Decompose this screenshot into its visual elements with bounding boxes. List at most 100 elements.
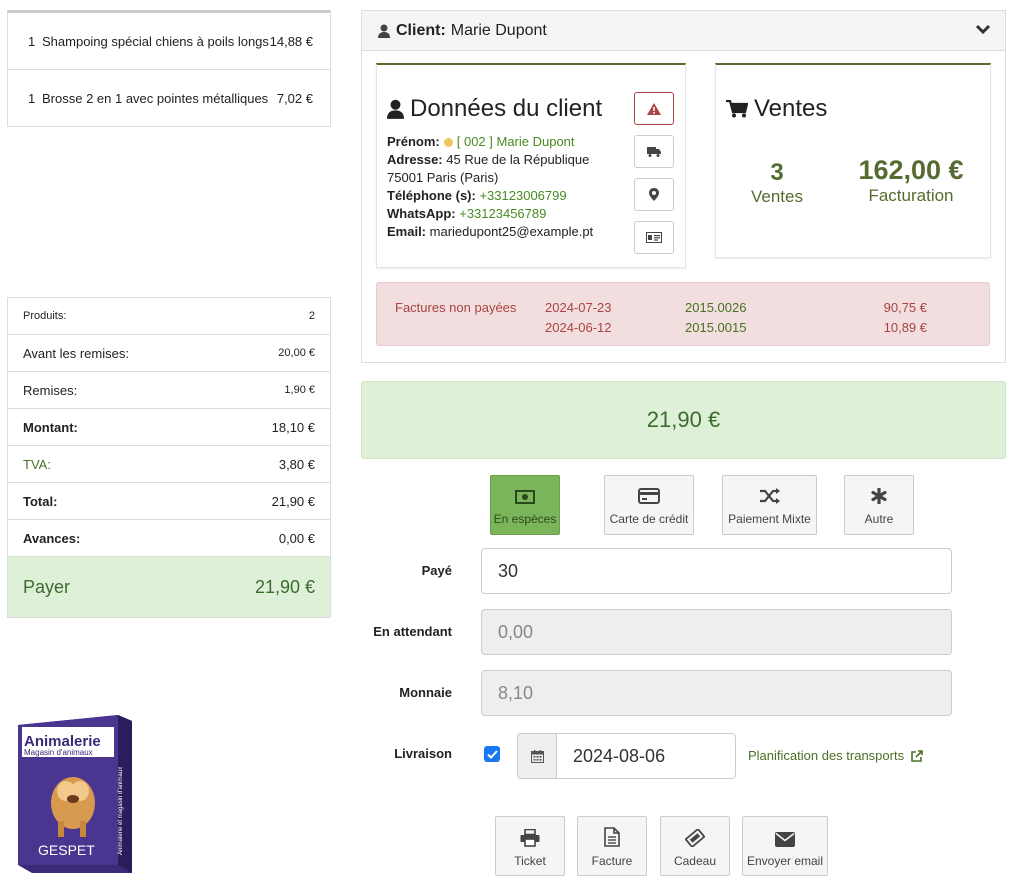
client-panel-header[interactable]: Client: Marie Dupont [362, 11, 1005, 51]
ticket-button[interactable]: Ticket [495, 816, 565, 876]
payment-method-card[interactable]: Carte de crédit [604, 475, 694, 535]
payment-method-cash[interactable]: En espèces [490, 475, 560, 535]
attente-input: 0,00 [481, 609, 952, 655]
chevron-down-icon[interactable] [975, 23, 991, 35]
avant-label: Avant les remises: [23, 345, 129, 361]
sales-amount: 162,00 € [858, 155, 964, 185]
gift-button[interactable]: Cadeau [660, 816, 730, 876]
ticket-label: Ticket [514, 854, 546, 868]
client-info: Prénom: [ 002 ] Marie Dupont Adresse: 45 … [387, 133, 622, 241]
warning-button[interactable] [634, 92, 674, 125]
whatsapp-value[interactable]: +33123456789 [459, 206, 546, 221]
cart-item-price: 14,88 € [269, 33, 313, 49]
cart-item[interactable]: 1 Shampoing spécial chiens à poils longs… [8, 13, 330, 70]
shopping-cart-icon [726, 100, 748, 118]
unpaid-date: 2024-06-12 [545, 320, 612, 335]
unpaid-number[interactable]: 2015.0026 [685, 300, 746, 315]
attente-label: En attendant [373, 624, 452, 639]
sales-amount-label: Facturation [868, 186, 954, 205]
credit-card-icon [638, 488, 660, 504]
product-box-logo: Animalerie Magasin d'animaux GESPET Anim… [18, 715, 132, 873]
avances-label: Avances: [23, 530, 81, 546]
file-text-icon [604, 827, 620, 847]
calendar-icon [530, 749, 544, 763]
external-link-icon [911, 749, 923, 762]
payment-method-label: Carte de crédit [609, 512, 689, 526]
livraison-date-input[interactable]: 2024-08-06 [556, 733, 736, 779]
prenom-value[interactable]: [ 002 ] Marie Dupont [457, 134, 575, 149]
sales-card: Ventes 3 Ventes 162,00 € Facturation [715, 63, 991, 258]
send-email-button[interactable]: Envoyer email [742, 816, 828, 876]
unpaid-invoices-alert: Factures non payées 2024-07-23 2015.0026… [376, 282, 990, 346]
unpaid-amount: 10,89 € [883, 320, 927, 335]
livraison-checkbox[interactable] [484, 746, 500, 762]
unpaid-label: Factures non payées [395, 300, 517, 315]
tva-value: 3,80 € [278, 456, 315, 472]
total-label: Total: [23, 493, 58, 509]
transport-planning-link[interactable]: Planification des transports [748, 748, 923, 763]
payment-method-mixed[interactable]: Paiement Mixte [722, 475, 817, 535]
tva-label: TVA: [23, 456, 51, 472]
unpaid-date: 2024-07-23 [545, 300, 612, 315]
status-dot [443, 138, 453, 148]
cart-item[interactable]: 1 Brosse 2 en 1 avec pointes métalliques… [8, 70, 330, 127]
svg-text:Magasin d'animaux: Magasin d'animaux [24, 748, 93, 757]
sales-card-title: Ventes [726, 95, 827, 123]
produits-label: Produits: [23, 310, 67, 322]
asterisk-icon [871, 488, 887, 504]
sales-amount-stat: 162,00 € Facturation [846, 155, 976, 206]
payer-row[interactable]: Payer 21,90 € [8, 557, 330, 617]
invoice-button[interactable]: Facture [577, 816, 647, 876]
monnaie-input: 8,10 [481, 670, 952, 716]
location-button[interactable] [634, 178, 674, 211]
whatsapp-label: WhatsApp: [387, 206, 456, 221]
gift-label: Cadeau [673, 854, 717, 868]
date-picker-button[interactable] [517, 733, 556, 779]
client-card-title: Données du client [387, 95, 602, 123]
truck-icon [647, 146, 661, 157]
avant-value: 20,00 € [278, 347, 315, 359]
payment-method-label: Paiement Mixte [728, 512, 811, 526]
telephone-value[interactable]: +33123006799 [479, 188, 566, 203]
amount-due-display: 21,90 € [361, 381, 1006, 459]
payment-method-other[interactable]: Autre [844, 475, 914, 535]
cart-item-name: Brosse 2 en 1 avec pointes métalliques [42, 91, 269, 106]
id-card-icon [646, 232, 662, 243]
livraison-label: Livraison [394, 746, 452, 761]
id-card-button[interactable] [634, 221, 674, 254]
ticket-icon [685, 829, 705, 847]
prenom-label: Prénom: [387, 134, 440, 149]
monnaie-label: Monnaie [399, 685, 452, 700]
sales-count-label: Ventes [751, 187, 803, 206]
delivery-button[interactable] [634, 135, 674, 168]
montant-label: Montant: [23, 419, 78, 435]
totals-row-produits: Produits: 2 [8, 298, 330, 335]
client-header-label: Client: [396, 21, 446, 39]
cart-item-price: 7,02 € [276, 91, 313, 106]
printer-icon [520, 829, 540, 847]
sales-card-title-text: Ventes [754, 95, 828, 122]
client-data-card: Données du client Prénom: [ 002 ] Marie D… [376, 63, 686, 268]
livraison-date-group: 2024-08-06 [517, 733, 736, 779]
telephone-label: Téléphone (s): [387, 188, 476, 203]
check-icon [486, 749, 498, 759]
unpaid-number[interactable]: 2015.0015 [685, 320, 746, 335]
user-icon [378, 24, 390, 38]
totals-row-remises: Remises: 1,90 € [8, 372, 330, 409]
totals-row-avant: Avant les remises: 20,00 € [8, 335, 330, 372]
cart-item-name: Shampoing spécial chiens à poils longs [42, 33, 269, 49]
paye-input[interactable]: 30 [481, 548, 952, 594]
adresse-line2: 75001 Paris (Paris) [387, 170, 499, 185]
montant-value: 18,10 € [271, 419, 315, 435]
unpaid-amount: 90,75 € [883, 300, 927, 315]
payment-method-label: Autre [864, 512, 894, 526]
svg-text:Animalerie et magasin d'animau: Animalerie et magasin d'animaux [118, 767, 124, 855]
money-bill-icon [515, 490, 535, 504]
remises-label: Remises: [23, 382, 78, 398]
client-panel: Client: Marie Dupont Données du client P… [361, 10, 1006, 363]
client-header-name: Marie Dupont [450, 21, 547, 39]
sales-count-stat: 3 Ventes [742, 159, 812, 207]
warning-icon [647, 102, 661, 115]
transport-link-text: Planification des transports [748, 748, 905, 763]
svg-text:GESPET: GESPET [38, 842, 95, 858]
